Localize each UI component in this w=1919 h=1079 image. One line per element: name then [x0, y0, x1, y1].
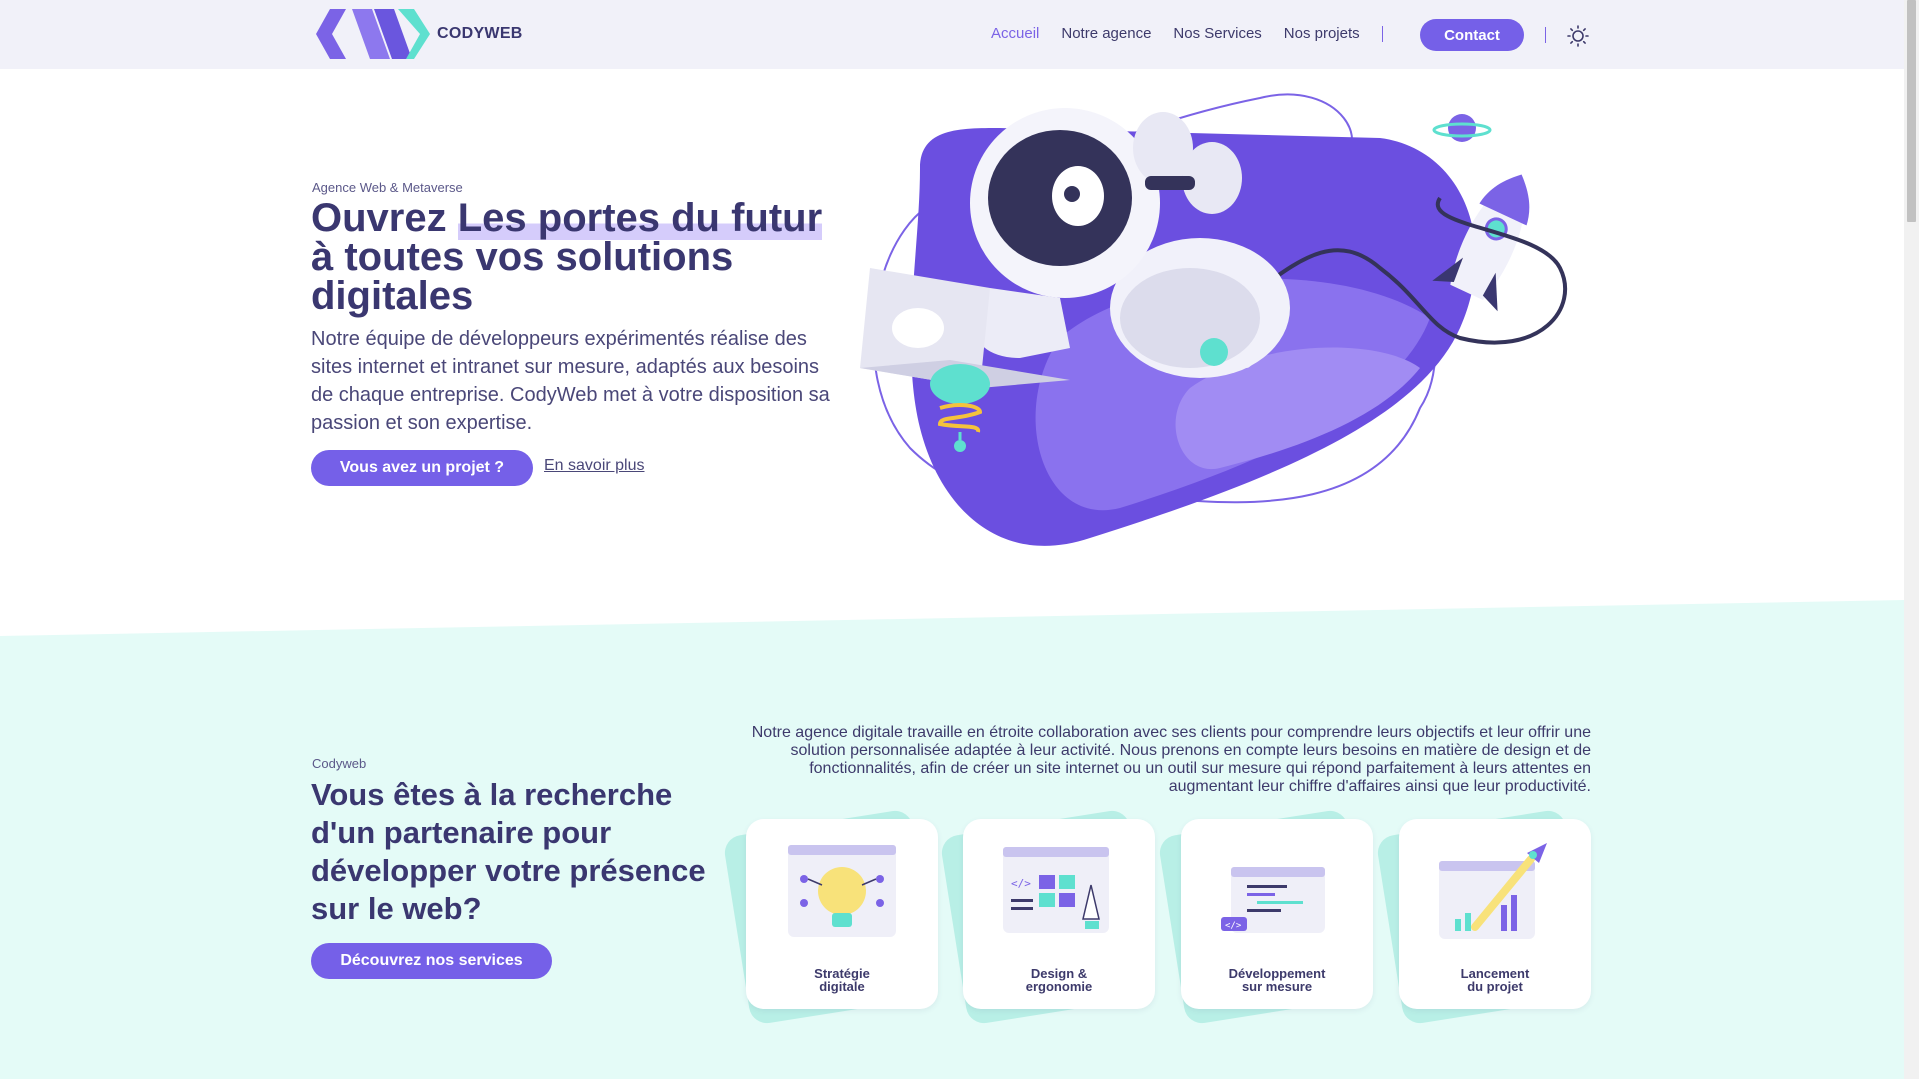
services-description: Notre agence digitale travaille en étroi… [751, 724, 1591, 795]
main-nav: Accueil Notre agence Nos Services Nos pr… [991, 25, 1405, 42]
code-icon: </> [1221, 867, 1325, 933]
brand-logo[interactable]: CODYWEB [316, 9, 523, 59]
hero-description: Notre équipe de développeurs expérimenté… [311, 328, 830, 434]
hero-eyebrow: Agence Web & Metaverse [312, 180, 463, 195]
nav-divider [1545, 27, 1546, 43]
astronaut-illustration [860, 93, 1567, 546]
svg-text:</>: </> [1011, 877, 1031, 890]
card-label-line2: du projet [1467, 979, 1523, 994]
nav-item-nos-services[interactable]: Nos Services [1173, 25, 1261, 42]
service-card-strategie[interactable]: Stratégie digitale [746, 819, 938, 1009]
services-title: Vous êtes à la recherche d'un partenaire… [311, 777, 706, 926]
design-icon: </> [1003, 847, 1109, 933]
service-card-label: Design & ergonomie [963, 967, 1155, 993]
discover-services-button[interactable]: Découvrez nos services [311, 943, 552, 979]
lightbulb-icon [788, 845, 896, 937]
card-label-line2: sur mesure [1241, 979, 1313, 994]
project-cta-button[interactable]: Vous avez un projet ? [311, 450, 533, 486]
nav-item-notre-agence[interactable]: Notre agence [1061, 25, 1151, 42]
nav-item-accueil[interactable]: Accueil [991, 25, 1039, 42]
service-card-label: Développement sur mesure [1181, 967, 1373, 993]
nav-divider [1381, 25, 1383, 42]
hero-title-highlight: Les portes du futur [457, 196, 823, 240]
svg-text:</>: </> [1225, 921, 1242, 931]
nav-item-nos-projets[interactable]: Nos projets [1284, 25, 1360, 42]
service-card-label: Stratégie digitale [746, 967, 938, 993]
service-card-lancement[interactable]: Lancement du projet [1399, 819, 1591, 1009]
service-card-design[interactable]: </> Design & ergonomie [963, 819, 1155, 1009]
service-card-label: Lancement du projet [1399, 967, 1591, 993]
scrollbar-thumb[interactable] [1907, 0, 1916, 222]
card-label-line2: digitale [819, 979, 865, 994]
hero-title-end: à toutes vos solutions digitales [311, 235, 734, 318]
codyweb-logo-icon [316, 9, 430, 59]
services-eyebrow: Codyweb [312, 756, 367, 771]
site-header: CODYWEB Accueil Notre agence Nos Service… [0, 0, 1904, 69]
sun-icon[interactable] [1567, 25, 1589, 47]
rocket-chart-icon [1439, 843, 1547, 939]
page-scrollbar[interactable] [1904, 0, 1919, 1079]
card-label-line2: ergonomie [1025, 979, 1093, 994]
service-card-developpement[interactable]: </> Développement sur mesure [1181, 819, 1373, 1009]
learn-more-link[interactable]: En savoir plus [544, 457, 645, 475]
hero-title: Ouvrez Les portes du futur à toutes vos … [311, 196, 851, 318]
brand-name: CODYWEB [437, 25, 523, 42]
contact-button[interactable]: Contact [1420, 19, 1524, 51]
hero-title-start: Ouvrez [311, 196, 458, 240]
